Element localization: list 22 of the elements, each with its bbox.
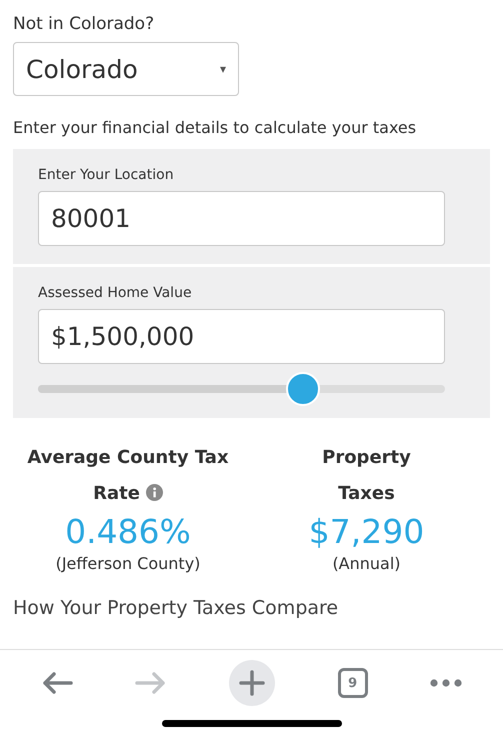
intro-text: Enter your financial details to calculate your taxes xyxy=(13,118,418,137)
slider-thumb[interactable] xyxy=(286,372,320,406)
field-label: Enter Your Location xyxy=(38,167,175,183)
location-field[interactable]: 80001 xyxy=(38,191,445,246)
result-note: (Annual) xyxy=(332,554,401,573)
back-arrow-icon[interactable] xyxy=(41,671,74,695)
result-title: Average County Tax Rate xyxy=(26,446,230,506)
value-slider[interactable] xyxy=(38,372,445,406)
section-heading: How Your Property Taxes Compare xyxy=(13,597,340,619)
plus-icon[interactable] xyxy=(229,660,276,706)
tab-count-button[interactable]: 9 xyxy=(338,668,368,698)
result-title: Property Taxes xyxy=(321,446,412,506)
state-dropdown[interactable]: Colorado ▾ xyxy=(13,42,239,96)
state-prompt: Not in Colorado? xyxy=(13,14,156,34)
result-value: 0.486% xyxy=(65,512,191,552)
more-icon[interactable] xyxy=(430,679,462,687)
result-note: (Jefferson County) xyxy=(56,554,200,573)
home-value-field[interactable]: $1,500,000 xyxy=(38,309,445,364)
caret-icon: ▾ xyxy=(220,62,226,76)
result-value: $7,290 xyxy=(308,512,424,552)
field-label: Assessed Home Value xyxy=(38,285,193,301)
info-icon[interactable] xyxy=(146,484,163,501)
